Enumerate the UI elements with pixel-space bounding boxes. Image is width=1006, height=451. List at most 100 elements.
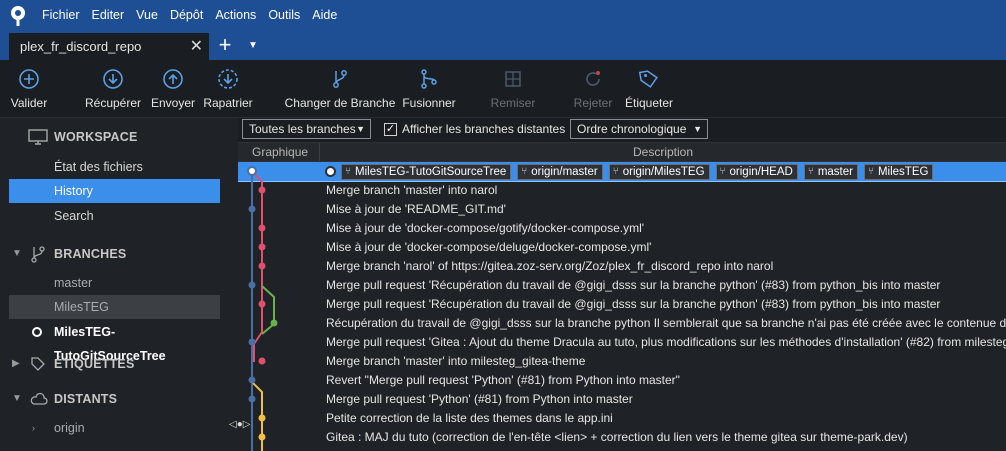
- tab-repo[interactable]: plex_fr_discord_repo ✕: [9, 33, 209, 60]
- commit-message: Merge branch 'master' into narol: [326, 183, 498, 197]
- commit-node: [248, 338, 256, 346]
- scroll-left-icon[interactable]: ◁●▷: [229, 419, 250, 430]
- discard-icon: [582, 66, 604, 92]
- commit-row[interactable]: ⑂ MilesTEG-TutoGitSourceTree ⑂ origin/mast…: [238, 162, 1006, 182]
- ref-badge[interactable]: ⑂ origin/master: [517, 163, 603, 180]
- etiquettes-header[interactable]: ▶ ÉTIQUETTES: [0, 349, 238, 379]
- branches-dropdown[interactable]: Toutes les branches ▼: [242, 119, 371, 139]
- chevron-down-icon[interactable]: ▼: [12, 248, 22, 259]
- branches-header[interactable]: ▼ BRANCHES: [0, 239, 238, 269]
- menu-outils[interactable]: Outils: [262, 0, 306, 31]
- commit-row[interactable]: Merge branch 'master' into narol: [238, 181, 1006, 200]
- sidebar-item-milesteg-tuto[interactable]: MilesTEG-TutoGitSourceTree: [9, 320, 220, 363]
- commit-node: [247, 166, 257, 176]
- ref-badge[interactable]: ⑂ origin/HEAD: [715, 163, 798, 180]
- cloud-icon: [30, 392, 54, 406]
- show-remote-label: Afficher les branches distantes: [402, 122, 566, 136]
- commit-row[interactable]: Gitea : MAJ du tuto (correction de l'en-…: [238, 428, 1006, 447]
- commit-row[interactable]: Mise à jour de 'docker-compose/deluge/do…: [238, 238, 1006, 257]
- chevron-right-icon[interactable]: ▶: [12, 358, 20, 369]
- envoyer-label: Envoyer: [150, 96, 196, 110]
- ref-label: origin/HEAD: [729, 165, 793, 178]
- commit-row[interactable]: Revert "Merge pull request 'Python' (#81…: [238, 371, 1006, 390]
- sidebar-item-history[interactable]: History: [9, 179, 220, 203]
- rejeter-button[interactable]: Rejeter: [573, 66, 613, 114]
- commit-message: Revert "Merge pull request 'Python' (#81…: [326, 373, 680, 387]
- branch-icon: ⑂: [612, 165, 619, 177]
- commit-node: [248, 395, 256, 403]
- add-tab-icon[interactable]: +: [214, 33, 236, 58]
- commit-row[interactable]: Mise à jour de 'docker-compose/gotify/do…: [238, 219, 1006, 238]
- etiqueter-label: Étiqueter: [624, 96, 674, 110]
- commit-row[interactable]: Petite correction de la liste des themes…: [238, 409, 1006, 428]
- ref-badge[interactable]: ⑂ master: [803, 163, 858, 180]
- column-description[interactable]: Description: [320, 143, 1006, 161]
- close-icon[interactable]: ✕: [190, 33, 203, 60]
- remiser-button[interactable]: Remiser: [490, 66, 536, 114]
- fusionner-button[interactable]: Fusionner: [402, 66, 456, 114]
- commit-row[interactable]: Merge pull request 'Récupération du trav…: [238, 295, 1006, 314]
- sourcetree-logo-icon[interactable]: [0, 0, 36, 31]
- current-branch-icon: [32, 327, 42, 337]
- valider-button[interactable]: Valider: [10, 66, 48, 114]
- ref-badge[interactable]: ⑂ MilesTEG: [863, 163, 934, 180]
- menu-bar: Fichier Editer Vue Dépôt Actions Outils …: [0, 0, 1006, 31]
- branch-icon: ⑂: [867, 165, 874, 177]
- fusionner-label: Fusionner: [402, 96, 456, 110]
- etiqueter-button[interactable]: Étiqueter: [623, 66, 675, 114]
- show-remote-checkbox[interactable]: ✓ Afficher les branches distantes: [384, 119, 565, 139]
- changer-branche-button[interactable]: Changer de Branche: [285, 66, 395, 114]
- etiquettes-label: ÉTIQUETTES: [54, 357, 135, 371]
- rejeter-label: Rejeter: [573, 96, 613, 110]
- menu-depot[interactable]: Dépôt: [164, 0, 209, 31]
- commit-message: Récupération du travail de @gigi_dsss su…: [326, 316, 1006, 330]
- workspace-header[interactable]: WORKSPACE: [0, 122, 238, 152]
- commit-row[interactable]: Merge pull request 'Python' (#81) from P…: [238, 390, 1006, 409]
- ref-label: MilesTEG-TutoGitSourceTree: [355, 165, 507, 178]
- commit-row[interactable]: Merge pull request 'Gitea : Ajout du the…: [238, 333, 1006, 352]
- branch-icon: [329, 66, 351, 92]
- menu-aide[interactable]: Aide: [306, 0, 343, 31]
- commit-row[interactable]: Merge branch 'master' into milesteg_gite…: [238, 352, 1006, 371]
- menu-actions[interactable]: Actions: [209, 0, 262, 31]
- sidebar-item-master[interactable]: master: [9, 271, 220, 295]
- toolbar: Valider Récupérer Envoyer Rapatrier Chan…: [0, 60, 1006, 118]
- column-headers: Graphique Description: [238, 142, 1006, 162]
- chevron-down-icon: ▼: [356, 124, 365, 134]
- commit-row[interactable]: Récupération du travail de @gigi_dsss su…: [238, 314, 1006, 333]
- ref-badge[interactable]: ⑂ origin/MilesTEG: [608, 163, 710, 180]
- recuperer-button[interactable]: Récupérer: [85, 66, 141, 114]
- commit-message: Merge branch 'master' into milesteg_gite…: [326, 354, 586, 368]
- sidebar-item-etat-fichiers[interactable]: État des fichiers: [9, 155, 220, 179]
- chevron-right-icon[interactable]: ›: [32, 416, 35, 440]
- commit-row[interactable]: Merge pull request 'Récupération du trav…: [238, 276, 1006, 295]
- distants-header[interactable]: ▼ DISTANTS: [0, 384, 238, 414]
- ref-badge[interactable]: ⑂ MilesTEG-TutoGitSourceTree: [341, 163, 512, 180]
- order-dropdown[interactable]: Ordre chronologique ▼: [570, 119, 708, 139]
- head-indicator-icon: [325, 166, 336, 177]
- column-graph[interactable]: Graphique: [238, 143, 320, 161]
- menu-editer[interactable]: Editer: [86, 0, 131, 31]
- commit-node: [248, 281, 256, 289]
- sidebar-item-origin[interactable]: › origin: [9, 416, 220, 440]
- sidebar-item-search[interactable]: Search: [9, 204, 220, 228]
- sidebar-item-milesteg[interactable]: MilesTEG: [9, 295, 220, 319]
- distants-label: DISTANTS: [54, 392, 118, 406]
- ref-label: origin/MilesTEG: [622, 165, 705, 178]
- commit-node: [258, 186, 266, 194]
- envoyer-button[interactable]: Envoyer: [150, 66, 196, 114]
- menu-vue[interactable]: Vue: [130, 0, 164, 31]
- commit-row[interactable]: Mise à jour de 'README_GIT.md': [238, 200, 1006, 219]
- checkbox-checked-icon[interactable]: ✓: [384, 122, 397, 136]
- commit-row[interactable]: Merge branch 'narol' of https://gitea.zo…: [238, 257, 1006, 276]
- merge-icon: [418, 66, 440, 92]
- branch-icon: ⑂: [345, 165, 351, 177]
- ref-label: master: [817, 165, 853, 178]
- rapatrier-button[interactable]: Rapatrier: [203, 66, 253, 114]
- commit-refs: ⑂ MilesTEG-TutoGitSourceTree ⑂ origin/mast…: [325, 163, 939, 180]
- workspace-label: WORKSPACE: [54, 130, 138, 144]
- chevron-down-icon[interactable]: ▼: [12, 393, 22, 404]
- ref-label: MilesTEG: [877, 165, 929, 178]
- chevron-down-icon[interactable]: ▼: [245, 37, 261, 57]
- menu-fichier[interactable]: Fichier: [36, 0, 86, 31]
